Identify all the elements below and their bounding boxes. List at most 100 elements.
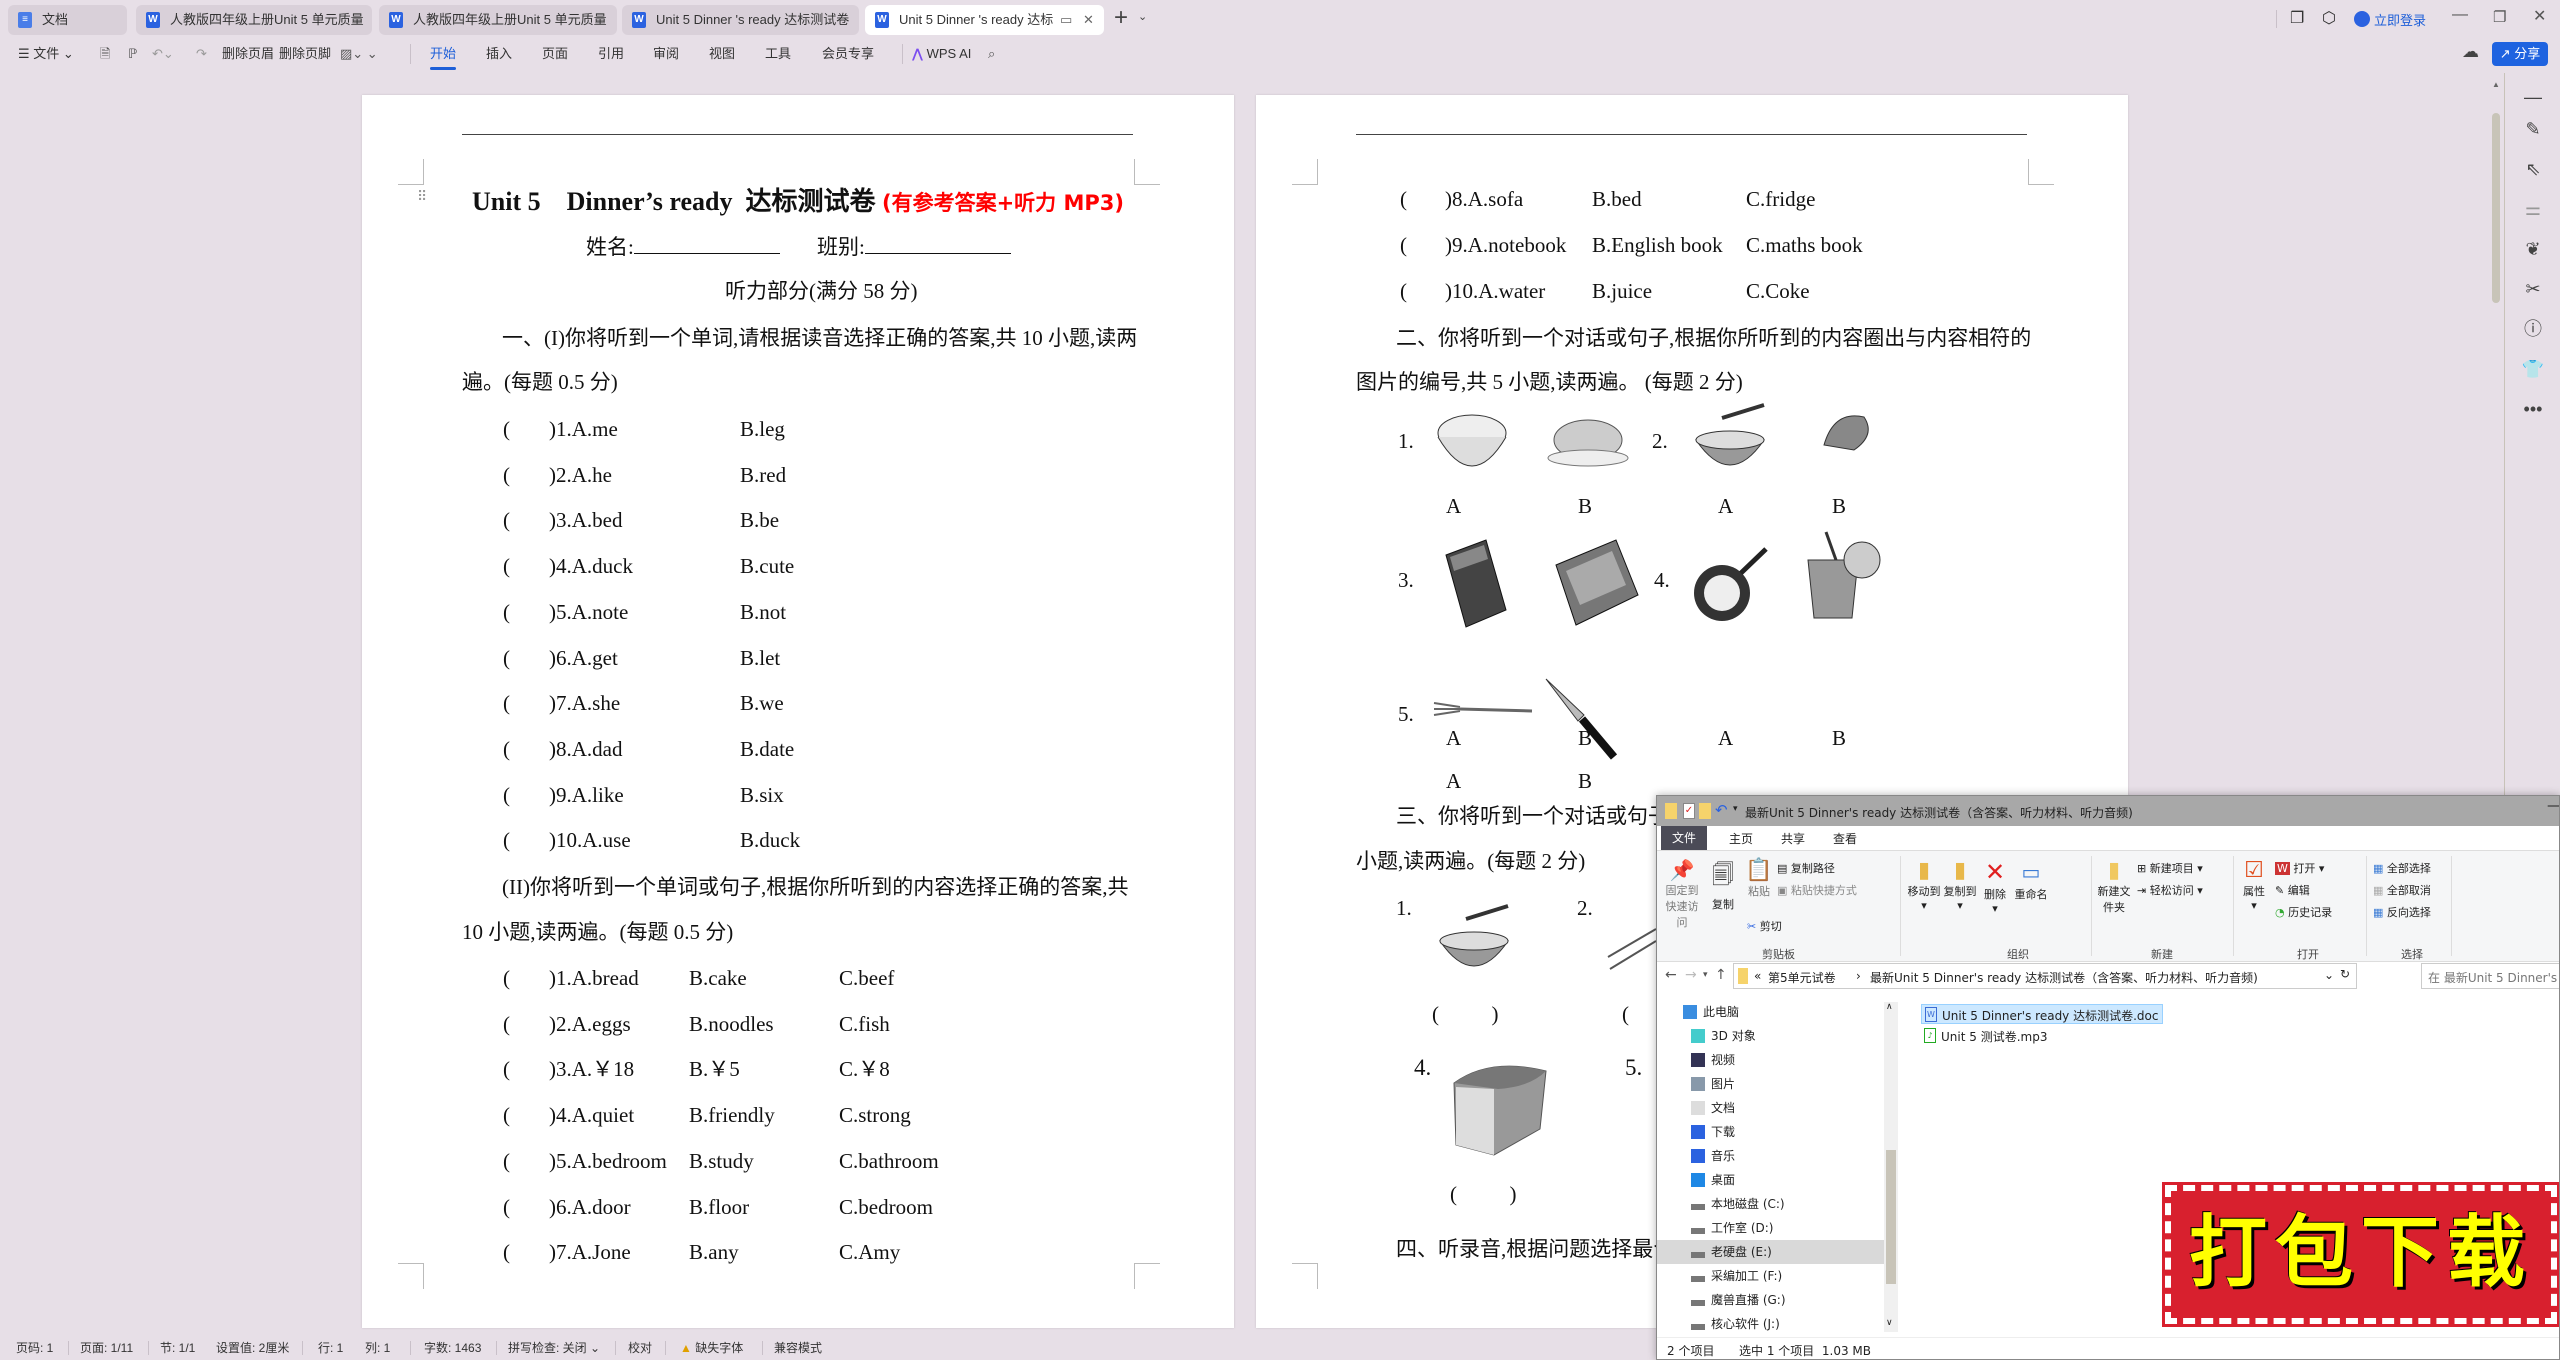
status-row[interactable]: 行: 1 xyxy=(318,1338,343,1358)
copy-path-button[interactable]: ▤ 复制路径 xyxy=(1777,860,1835,876)
nav-item[interactable]: 3D 对象 xyxy=(1657,1024,1887,1048)
explorer-tab-share[interactable]: 共享 xyxy=(1781,830,1805,847)
ribbon-tab-references[interactable]: 引用 xyxy=(598,44,624,64)
window-switch-icon[interactable]: ❐ xyxy=(2290,8,2304,28)
chevron-down-icon[interactable]: ⌄ xyxy=(1138,10,1147,23)
tools-icon[interactable]: ✂ xyxy=(2521,277,2545,301)
nav-scrollbar[interactable]: ∧ ∨ xyxy=(1884,1002,1898,1332)
select-all-button[interactable]: ▦ 全部选择 xyxy=(2373,860,2431,876)
forward-button[interactable]: → xyxy=(1685,967,1697,983)
properties-button[interactable]: ☑ 属性 ▾ xyxy=(2237,858,2271,912)
sliders-icon[interactable]: ⚌ xyxy=(2521,197,2545,221)
document-page-1[interactable]: ⠿ Unit 5 Dinner’s ready 达标测试卷 (有参考答案+听力 … xyxy=(362,95,1234,1328)
new-item-button[interactable]: ⊞ 新建项目 ▾ xyxy=(2137,860,2203,876)
drag-handle-icon[interactable]: ⠿ xyxy=(417,189,427,205)
restore-button[interactable]: ❐ xyxy=(2493,8,2506,26)
new-folder-quick-icon[interactable] xyxy=(1699,803,1711,819)
address-dropdown[interactable]: ⌄ xyxy=(2324,968,2334,982)
save-icon[interactable]: 🗎 xyxy=(100,44,110,64)
status-column[interactable]: 列: 1 xyxy=(365,1338,390,1358)
delete-footer-button[interactable]: 删除页脚 xyxy=(279,44,331,64)
edit-button[interactable]: ✎ 编辑 xyxy=(2275,882,2310,898)
ribbon-tab-view[interactable]: 视图 xyxy=(709,44,735,64)
more-icon[interactable]: ••• xyxy=(2521,397,2545,421)
delete-header-button[interactable]: 删除页眉 xyxy=(222,44,274,64)
format-painter-icon[interactable]: ℙ xyxy=(128,44,137,64)
missing-font-button[interactable]: ▲ 缺失字体 xyxy=(680,1338,743,1358)
move-to-button[interactable]: ▮ 移动到 ▾ xyxy=(1907,858,1941,912)
ribbon-tab-page[interactable]: 页面 xyxy=(542,44,568,64)
undo-icon[interactable]: ↶⌄ xyxy=(152,44,174,64)
tab-document[interactable]: W人教版四年级上册Unit 5 单元质量调研 xyxy=(136,5,372,35)
search-input[interactable]: 在 最新Unit 5 Dinner's xyxy=(2421,963,2559,989)
nav-item[interactable]: 图片 xyxy=(1657,1072,1887,1096)
refresh-icon[interactable]: ↻ xyxy=(2340,967,2350,981)
new-folder-button[interactable]: ▮ 新建文件夹 xyxy=(2097,858,2131,915)
tab-document[interactable]: W Unit 5 Dinner 's ready 达标测试卷 xyxy=(622,5,859,35)
status-setting[interactable]: 设置值: 2厘米 xyxy=(216,1338,289,1358)
border-icon[interactable]: ▨⌄ ⌄ xyxy=(340,44,378,64)
pin-quick-access-button[interactable]: 📌 固定到快速访问 xyxy=(1661,858,1703,930)
status-page-number[interactable]: 页码: 1 xyxy=(16,1338,53,1358)
redo-icon[interactable]: ↷ xyxy=(196,44,207,64)
explorer-tab-view[interactable]: 查看 xyxy=(1833,830,1857,847)
nav-item[interactable]: 魔兽直播 (G:) xyxy=(1657,1288,1887,1312)
nav-item[interactable]: 此电脑 xyxy=(1657,1000,1887,1024)
open-button[interactable]: W 打开 ▾ xyxy=(2275,860,2324,876)
minimize-button[interactable]: — xyxy=(2452,6,2468,24)
easy-access-button[interactable]: ⇥ 轻松访问 ▾ xyxy=(2137,882,2203,898)
explorer-tab-home[interactable]: 主页 xyxy=(1729,830,1753,847)
skin-icon[interactable]: 👕 xyxy=(2521,357,2545,381)
invert-selection-button[interactable]: ▦ 反向选择 xyxy=(2373,904,2431,920)
search-icon[interactable]: ⌕ xyxy=(988,44,995,64)
scroll-up-arrow[interactable]: ▲ xyxy=(2492,80,2500,89)
explorer-tab-file[interactable]: 文件 xyxy=(1661,826,1707,850)
status-word-count[interactable]: 字数: 1463 xyxy=(424,1338,481,1358)
copy-button[interactable]: 🗐 复制 xyxy=(1707,858,1739,912)
breadcrumb-item[interactable]: 最新Unit 5 Dinner's ready 达标测试卷（含答案、听力材料、听… xyxy=(1870,969,2258,986)
file-menu[interactable]: ☰ 文件 ⌄ xyxy=(18,44,74,64)
cursor-icon[interactable]: ⇖ xyxy=(2521,157,2545,181)
tab-document[interactable]: W人教版四年级上册Unit 5 单元质量调研 xyxy=(379,5,617,35)
avatar-icon[interactable] xyxy=(2354,11,2370,27)
back-button[interactable]: ← xyxy=(1665,967,1677,983)
minimize-button[interactable]: — xyxy=(2547,798,2559,814)
up-button[interactable]: ↑ xyxy=(1715,967,1727,983)
login-link[interactable]: 立即登录 xyxy=(2374,10,2426,29)
nav-item[interactable]: 文档 xyxy=(1657,1096,1887,1120)
collapse-icon[interactable]: — xyxy=(2521,85,2545,109)
properties-quick-icon[interactable]: ✓ xyxy=(1683,803,1695,819)
close-button[interactable]: ✕ xyxy=(2533,6,2546,26)
pen-icon[interactable]: ✎ xyxy=(2521,117,2545,141)
ribbon-tab-insert[interactable]: 插入 xyxy=(486,44,512,64)
wps-ai-button[interactable]: ⋀ WPS AI xyxy=(912,44,971,64)
download-stamp[interactable]: 打包下载 xyxy=(2162,1182,2559,1327)
file-item-doc[interactable]: W Unit 5 Dinner's ready 达标测试卷.doc xyxy=(1921,1004,2164,1024)
nav-item[interactable]: 采编加工 (F:) xyxy=(1657,1264,1887,1288)
tab-documents[interactable]: ≡ 文档 xyxy=(8,5,127,35)
quick-access-dropdown[interactable]: ▾ xyxy=(1733,804,1738,814)
ribbon-tab-review[interactable]: 审阅 xyxy=(653,44,679,64)
breadcrumb-item[interactable]: 第5单元试卷 xyxy=(1768,969,1836,986)
nav-item[interactable]: 桌面 xyxy=(1657,1168,1887,1192)
tab-document-active[interactable]: W Unit 5 Dinner 's ready 达标 ▭ ✕ xyxy=(865,5,1104,35)
nav-item[interactable]: 核心软件 (J:) xyxy=(1657,1312,1887,1336)
recent-dropdown[interactable]: ▾ xyxy=(1703,970,1708,980)
nav-item[interactable]: 视频 xyxy=(1657,1048,1887,1072)
nav-item[interactable]: 下载 xyxy=(1657,1120,1887,1144)
copy-to-button[interactable]: ▮ 复制到 ▾ xyxy=(1943,858,1977,912)
nav-item[interactable]: 本地磁盘 (C:) xyxy=(1657,1192,1887,1216)
history-button[interactable]: ◔ 历史记录 xyxy=(2275,904,2332,920)
close-tab-icon[interactable]: ✕ xyxy=(1083,5,1094,35)
status-section[interactable]: 节: 1/1 xyxy=(160,1338,195,1358)
cut-button[interactable]: ✂ 剪切 xyxy=(1747,918,1782,934)
status-pages[interactable]: 页面: 1/11 xyxy=(80,1338,133,1358)
share-button[interactable]: ↗ 分享 xyxy=(2492,42,2548,66)
select-none-button[interactable]: ▦ 全部取消 xyxy=(2373,882,2431,898)
file-item-mp3[interactable]: ♪ Unit 5 测试卷.mp3 xyxy=(1921,1026,2051,1046)
file-explorer-window[interactable]: ✓ ↶ ▾ 最新Unit 5 Dinner's ready 达标测试卷（含答案、… xyxy=(1656,795,2560,1360)
ribbon-tab-home[interactable]: 开始 xyxy=(430,44,457,70)
style-icon[interactable]: ❦ xyxy=(2521,237,2545,261)
nav-item[interactable]: 老硬盘 (E:) xyxy=(1657,1240,1887,1264)
delete-button[interactable]: ✕ 删除 ▾ xyxy=(1981,858,2009,915)
